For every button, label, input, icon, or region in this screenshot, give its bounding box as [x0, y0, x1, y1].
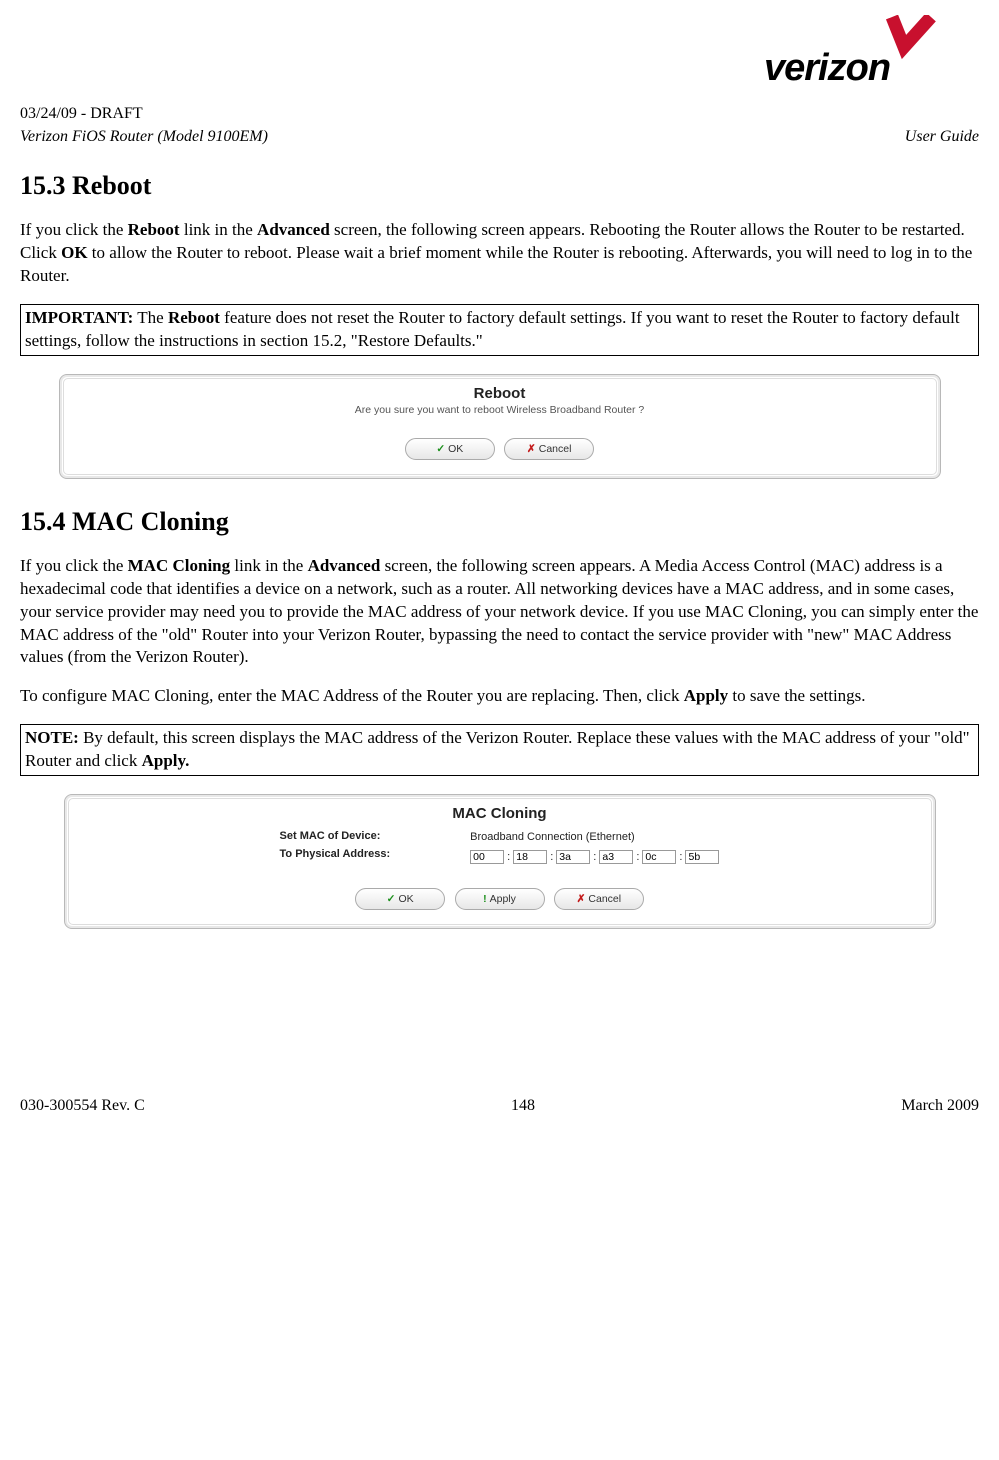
mac-octet-4[interactable]: [642, 850, 676, 864]
footer-left: 030-300554 Rev. C: [20, 1097, 145, 1115]
section-mac-title: 15.4 MAC Cloning: [20, 507, 979, 537]
logo-area: verizon: [20, 15, 979, 95]
mac-labels: Set MAC of Device: To Physical Address:: [280, 828, 391, 868]
colon: :: [507, 851, 510, 863]
text-bold: MAC Cloning: [128, 556, 230, 575]
colon: :: [679, 851, 682, 863]
check-icon: ✓: [387, 893, 396, 905]
text: to allow the Router to reboot. Please wa…: [20, 243, 972, 285]
dialog-title: Reboot: [64, 379, 936, 404]
ok-label: OK: [448, 443, 463, 455]
text-bold: Reboot: [168, 308, 220, 327]
cancel-label: Cancel: [588, 893, 621, 905]
mac-octet-0[interactable]: [470, 850, 504, 864]
note-box: NOTE: By default, this screen displays t…: [20, 724, 979, 776]
mac-intro-p2: To configure MAC Cloning, enter the MAC …: [20, 685, 979, 708]
cancel-button[interactable]: ✗Cancel: [554, 888, 644, 910]
dialog-button-row: ✓OK !Apply ✗Cancel: [69, 888, 931, 924]
text: If you click the: [20, 220, 128, 239]
cancel-label: Cancel: [539, 443, 572, 455]
text-bold: Advanced: [257, 220, 330, 239]
doc-type: User Guide: [905, 128, 979, 146]
mac-values: Broadband Connection (Ethernet) :::::: [470, 828, 719, 868]
text-bold: Advanced: [308, 556, 381, 575]
dialog-button-row: ✓OK ✗Cancel: [64, 438, 936, 474]
ok-button[interactable]: ✓OK: [405, 438, 495, 460]
text-bold: Apply: [684, 686, 728, 705]
text: To configure MAC Cloning, enter the MAC …: [20, 686, 684, 705]
set-mac-label: Set MAC of Device:: [280, 828, 391, 846]
text-bold: Reboot: [128, 220, 180, 239]
footer: 030-300554 Rev. C 148 March 2009: [20, 1089, 979, 1115]
mac-form: Set MAC of Device: To Physical Address: …: [69, 824, 931, 888]
footer-right: March 2009: [901, 1097, 979, 1115]
mac-octet-1[interactable]: [513, 850, 547, 864]
text-bold: Apply.: [142, 751, 190, 770]
text: link in the: [180, 220, 257, 239]
draft-date: 03/24/09 - DRAFT: [20, 105, 979, 123]
text: link in the: [230, 556, 307, 575]
verizon-logo: verizon: [764, 15, 979, 95]
colon: :: [593, 851, 596, 863]
exclaim-icon: !: [483, 893, 487, 905]
mac-octet-2[interactable]: [556, 850, 590, 864]
important-note-box: IMPORTANT: The Reboot feature does not r…: [20, 304, 979, 356]
reboot-dialog-screenshot: Reboot Are you sure you want to reboot W…: [59, 374, 941, 479]
note-label: NOTE:: [25, 728, 79, 747]
x-icon: ✗: [577, 893, 586, 905]
mac-input-row: :::::: [470, 848, 719, 868]
to-physical-label: To Physical Address:: [280, 846, 391, 864]
colon: :: [550, 851, 553, 863]
dialog-title: MAC Cloning: [69, 799, 931, 824]
ok-label: OK: [398, 893, 413, 905]
mac-octet-3[interactable]: [599, 850, 633, 864]
colon: :: [636, 851, 639, 863]
important-label: IMPORTANT:: [25, 308, 133, 327]
check-icon: ✓: [436, 443, 445, 455]
mac-octet-5[interactable]: [685, 850, 719, 864]
dialog-message: Are you sure you want to reboot Wireless…: [64, 404, 936, 438]
ok-button[interactable]: ✓OK: [355, 888, 445, 910]
x-icon: ✗: [527, 443, 536, 455]
mac-intro-p1: If you click the MAC Cloning link in the…: [20, 555, 979, 670]
device-value: Broadband Connection (Ethernet): [470, 828, 719, 848]
apply-label: Apply: [490, 893, 516, 905]
footer-center: 148: [511, 1097, 535, 1115]
section-reboot-title: 15.3 Reboot: [20, 171, 979, 201]
text-bold: OK: [61, 243, 87, 262]
cancel-button[interactable]: ✗Cancel: [504, 438, 594, 460]
text: to save the settings.: [728, 686, 865, 705]
mac-dialog-screenshot: MAC Cloning Set MAC of Device: To Physic…: [64, 794, 936, 929]
header-row: Verizon FiOS Router (Model 9100EM) User …: [20, 128, 979, 146]
text: The: [133, 308, 168, 327]
apply-button[interactable]: !Apply: [455, 888, 545, 910]
device-model: Verizon FiOS Router (Model 9100EM): [20, 128, 268, 146]
reboot-intro: If you click the Reboot link in the Adva…: [20, 219, 979, 288]
svg-text:verizon: verizon: [764, 47, 890, 89]
text: If you click the: [20, 556, 128, 575]
